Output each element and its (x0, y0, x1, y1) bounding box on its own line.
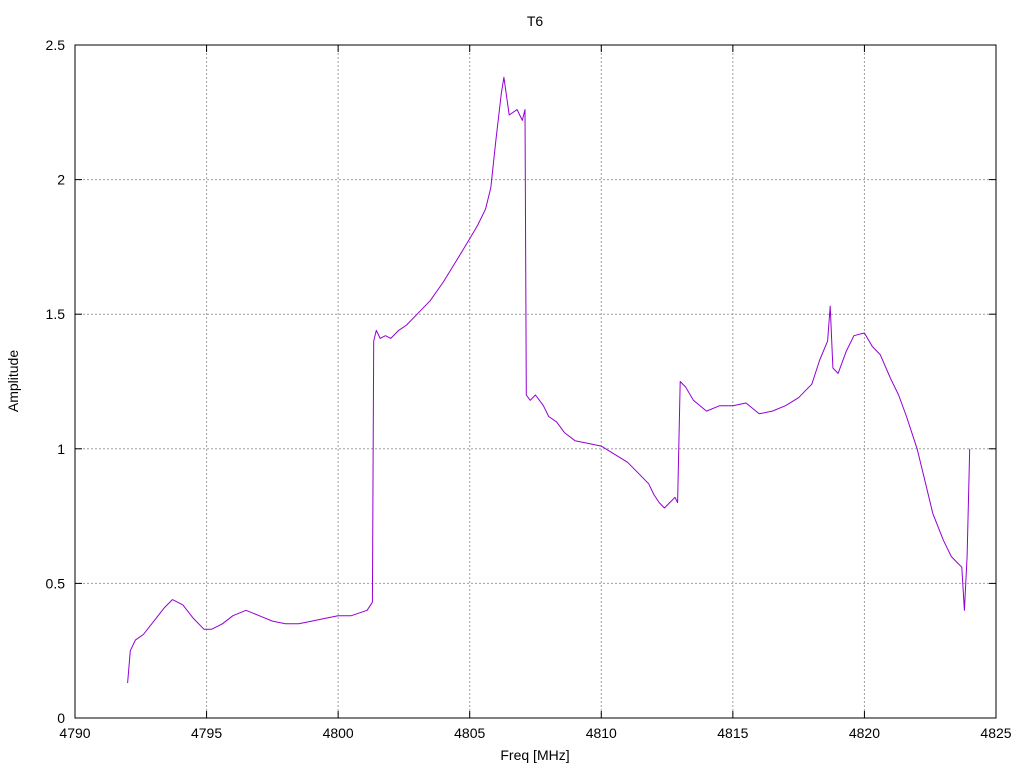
plot-frame (74, 44, 997, 719)
series-layer (127, 76, 971, 684)
y-tick-label: 1 (57, 441, 65, 457)
chart-title: T6 (527, 13, 544, 29)
y-axis-label: Amplitude (5, 350, 21, 412)
series-line-0 (127, 76, 971, 684)
y-tick-label: 0.5 (46, 575, 66, 591)
x-tick-label: 4805 (454, 725, 485, 741)
line-chart: 4790 4795 4800 4805 4810 4815 4820 4825 0 0.5 1 1.5… (5, 13, 1012, 763)
axis-ticks: 4790 4795 4800 4805 4810 4815 4820 4825 0 0.5 1 1.5… (46, 37, 1012, 741)
x-tick-label: 4815 (717, 725, 748, 741)
x-tick-label: 4810 (586, 725, 617, 741)
x-tick-label: 4825 (980, 725, 1011, 741)
x-tick-label: 4800 (323, 725, 354, 741)
y-tick-label: 0 (57, 710, 65, 726)
y-tick-label: 2.5 (46, 37, 66, 53)
x-axis-label: Freq [MHz] (500, 747, 569, 763)
x-tick-label: 4795 (191, 725, 222, 741)
y-tick-label: 2 (57, 172, 65, 188)
x-tick-label: 4820 (849, 725, 880, 741)
grid (75, 45, 996, 718)
y-tick-label: 1.5 (46, 306, 66, 322)
x-tick-label: 4790 (59, 725, 90, 741)
